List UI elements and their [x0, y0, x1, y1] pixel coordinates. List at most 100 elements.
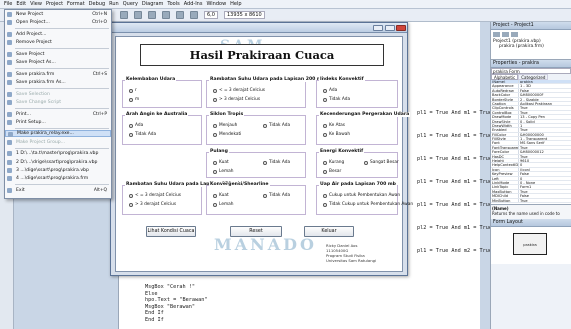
property-value[interactable]: Form1 — [519, 185, 571, 188]
property-value[interactable]: False — [519, 89, 571, 92]
menu-format[interactable]: Format — [67, 1, 85, 7]
project-form-item[interactable]: prakira (prakira.frm) — [493, 44, 569, 49]
property-value[interactable]: False — [519, 172, 571, 175]
property-value[interactable]: True — [519, 106, 571, 109]
file-menu-item[interactable]: Print... Ctrl+P — [5, 111, 111, 118]
property-value[interactable]: MS Sans Serif — [519, 141, 571, 144]
property-value[interactable]: prakira — [519, 80, 571, 83]
file-menu-item[interactable]: 3 ...\dige\ssart\prog\prakira.vbp — [5, 167, 111, 174]
property-value[interactable]: True — [519, 111, 571, 114]
property-value[interactable]: False — [519, 194, 571, 197]
minimize-button[interactable] — [373, 25, 383, 31]
close-button[interactable] — [396, 25, 406, 31]
radio-option[interactable]: Besar — [323, 169, 341, 174]
property-value[interactable]: 0 - Solid — [519, 120, 571, 123]
form-layout-thumbnail[interactable]: prakira — [513, 233, 547, 255]
radio-option[interactable]: Tidak Ada — [323, 97, 350, 102]
file-menu-item[interactable]: Save prakira.frm Ctrl+S — [5, 71, 111, 78]
property-row[interactable]: MinButton True — [491, 198, 571, 203]
radio-option[interactable]: Ke Bawah — [323, 132, 350, 137]
radio-option[interactable]: Ada — [323, 88, 337, 93]
radio-option[interactable]: < = 3 derajat Celcius — [129, 193, 181, 198]
menu-tools[interactable]: Tools — [167, 1, 179, 7]
file-menu-item[interactable]: 4 ...\dige\ssart\prog\prakira.frm — [5, 175, 111, 182]
properties-grid[interactable]: (Name) prakira Appearance 1 - 3D AutoRedraw F… — [491, 80, 571, 204]
file-menu-item[interactable]: Add Project... — [5, 31, 111, 38]
property-value[interactable]: True — [519, 190, 571, 193]
radio-option[interactable]: Kuat — [213, 160, 229, 165]
file-menu-item[interactable]: Save prakira.frm As... — [5, 79, 111, 86]
radio-option[interactable]: Tidak Ada — [263, 160, 290, 165]
radio-option[interactable]: Lemah — [213, 169, 234, 174]
radio-option[interactable]: Menjauh — [213, 123, 237, 128]
property-value[interactable]: 1 - Transparent — [519, 137, 571, 140]
view-code-icon[interactable] — [493, 32, 500, 37]
file-menu-item[interactable]: Print Setup... — [5, 119, 111, 126]
radio-option[interactable]: Ada — [129, 123, 143, 128]
toolbar-button[interactable] — [162, 11, 170, 19]
toolbar-button[interactable] — [176, 11, 184, 19]
reset-button[interactable]: Reset — [230, 226, 282, 237]
form-window-titlebar[interactable] — [111, 23, 407, 33]
lihat-kondisi-button[interactable]: Lihat Kondisi Cuaca — [146, 226, 196, 237]
file-menu-item[interactable]: 1 D:\...\ta.t\master\prog\prakira.vbp — [5, 150, 111, 157]
property-value[interactable]: 1 - 3D — [519, 84, 571, 87]
file-menu-item[interactable]: 2 D:\...\drige\ssart\prog\prakira.vbp — [5, 159, 111, 166]
radio-option[interactable]: Sangat Besar — [364, 160, 399, 165]
menu-help[interactable]: Help — [230, 1, 241, 7]
menu-diagram[interactable]: Diagram — [142, 1, 163, 7]
menu-view[interactable]: View — [30, 1, 42, 7]
property-value[interactable]: &H8000000F — [519, 93, 571, 96]
radio-option[interactable]: Tidak Ada — [129, 132, 156, 137]
radio-option[interactable]: Cukup untuk Pembentukan Awan — [323, 193, 400, 198]
file-menu-item[interactable]: Save Project As... — [5, 59, 111, 66]
file-menu-item[interactable]: Make prakira_relay.exe... — [5, 130, 111, 138]
menu-run[interactable]: Run — [109, 1, 119, 7]
property-value[interactable]: True — [519, 155, 571, 158]
menu-debug[interactable]: Debug — [89, 1, 105, 7]
radio-option[interactable]: Tidak Ada — [263, 193, 290, 198]
property-value[interactable]: 9610 — [519, 159, 571, 162]
radio-option[interactable]: Kurang — [323, 160, 344, 165]
project-tree[interactable]: Project1 (prakira.vbp) prakira (prakira.… — [491, 30, 571, 60]
file-menu-item[interactable]: Save Project — [5, 51, 111, 58]
property-value[interactable]: 0 — [519, 177, 571, 180]
radio-option[interactable]: Kuat — [213, 193, 229, 198]
toolbar-button[interactable] — [120, 11, 128, 19]
form-layout-panel[interactable]: prakira — [491, 227, 571, 264]
property-value[interactable]: &H00000000 — [519, 133, 571, 136]
menu-query[interactable]: Query — [123, 1, 138, 7]
property-value[interactable]: 13 - Copy Pen — [519, 115, 571, 118]
property-value[interactable]: 1 — [519, 124, 571, 127]
toolbar-button[interactable] — [190, 11, 198, 19]
keluar-button[interactable]: Keluar — [304, 226, 354, 237]
menu-window[interactable]: Window — [206, 1, 226, 7]
toolbar-button[interactable] — [148, 11, 156, 19]
menu-addins[interactable]: Add-Ins — [184, 1, 203, 7]
radio-option[interactable]: m — [129, 97, 139, 102]
property-value[interactable]: 0 - None — [519, 181, 571, 184]
radio-option[interactable]: Mendekati — [213, 132, 241, 137]
toolbar-button[interactable] — [134, 11, 142, 19]
radio-option[interactable]: Lemah — [213, 202, 234, 207]
property-value[interactable]: True — [519, 199, 571, 202]
radio-option[interactable]: Tidak Cukup untuk Pembentukan Awan — [323, 202, 413, 207]
property-value[interactable]: Aplikasi Prakiraan — [519, 102, 571, 105]
property-value[interactable]: &H80000012 — [519, 150, 571, 153]
file-menu-item[interactable]: Remove Project — [5, 39, 111, 46]
menu-file[interactable]: File — [4, 1, 12, 7]
file-menu-item[interactable]: Exit Alt+Q — [5, 187, 111, 194]
radio-option[interactable]: Tidak Ada — [263, 123, 290, 128]
property-value[interactable]: 0 — [519, 163, 571, 166]
radio-option[interactable]: r — [129, 88, 137, 93]
menu-edit[interactable]: Edit — [16, 1, 26, 7]
property-value[interactable]: True — [519, 146, 571, 149]
property-value[interactable]: 2 - Sizable — [519, 98, 571, 101]
maximize-button[interactable] — [385, 25, 395, 31]
radio-option[interactable]: < = 3 derajat Celcius — [213, 88, 265, 93]
view-object-icon[interactable] — [502, 32, 509, 37]
radio-option[interactable]: > 3 derajat Celcius — [213, 97, 260, 102]
toggle-folders-icon[interactable] — [511, 32, 518, 37]
file-menu-item[interactable]: Open Project... Ctrl+O — [5, 19, 111, 26]
file-menu-item[interactable]: New Project Ctrl+N — [5, 11, 111, 18]
